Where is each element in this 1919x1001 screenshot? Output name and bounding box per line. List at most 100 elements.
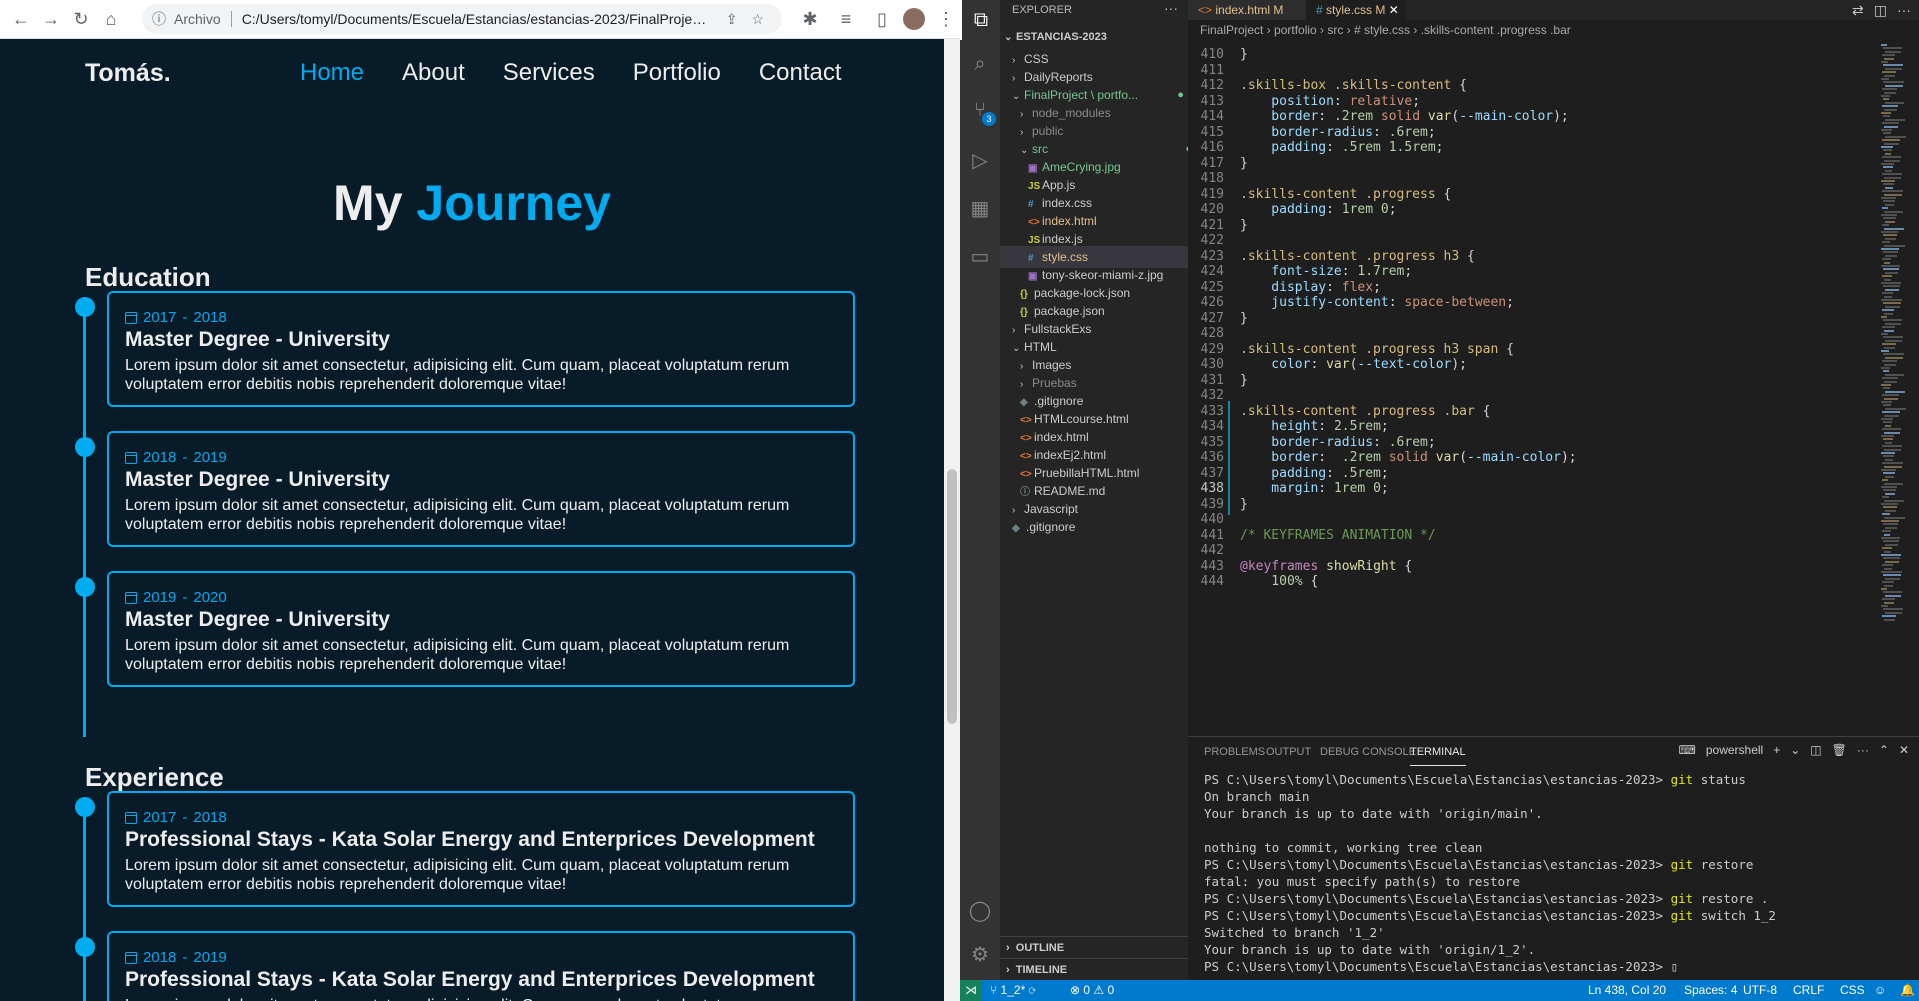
code-line: 440 [1188,512,1224,528]
maximize-panel-icon[interactable]: ⌃ [1879,743,1889,757]
terminal-output[interactable]: PS C:\Users\tomyl\Documents\Escuela\Esta… [1204,771,1904,975]
browser-toolbar: ← → ↻ ⌂ ⓘ Archivo C:/Users/tomyl/Documen… [0,0,960,39]
code-text: font-size: 1.7rem; [1240,264,1412,280]
profile-avatar[interactable] [903,8,925,30]
tree-item-label: CSS [1024,52,1049,66]
code-token: { [1302,574,1319,589]
manage-gear-icon[interactable]: ⚙ [960,934,1000,974]
bookmark-star-icon[interactable]: ☆ [751,11,764,28]
code-token: { [1396,558,1413,574]
run-debug-icon[interactable]: ▷ [960,140,1000,180]
problems-indicator[interactable]: ⊗ 0 ⚠ 0 [1070,980,1114,1001]
tree-item[interactable]: ◆ .gitignore [1000,516,1200,538]
remote-explorer-icon[interactable]: ▭ [960,236,1000,276]
chevron-down-icon[interactable]: ⌄ [1790,743,1800,757]
code-line: 427} [1188,311,1248,327]
workspace-root[interactable]: ⌄ ESTANCIAS-2023 [1000,26,1192,48]
page-scrollbar[interactable] [944,39,960,1001]
compare-changes-icon[interactable]: ⇄ [1852,0,1864,20]
split-editor-icon[interactable]: ◫ [1874,0,1887,20]
home-icon[interactable]: ⌂ [96,4,126,34]
line-number: 414 [1200,109,1224,124]
minimap-line [1884,482,1903,485]
education-title: Education [85,262,211,292]
terminal-shell-label[interactable]: powershell [1706,743,1763,757]
new-terminal-icon[interactable]: + [1773,743,1780,757]
split-terminal-icon[interactable]: ◫ [1810,743,1821,757]
url-text[interactable]: C:/Users/tomyl/Documents/Escuela/Estanci… [242,11,712,27]
minimap-line [1883,455,1894,458]
notifications-bell-icon[interactable]: 🔔 [1900,980,1915,1001]
tab-index-html[interactable]: <> index.html M [1188,0,1306,20]
nav-services[interactable]: Services [503,59,595,87]
code-token: ; [1388,202,1397,217]
page-title: My Journey [0,174,944,232]
breadcrumb[interactable]: FinalProject › portfolio › src › # style… [1188,20,1919,40]
nav-portfolio[interactable]: Portfolio [633,59,721,87]
more-actions-icon[interactable]: ··· [1857,743,1869,757]
site-logo[interactable]: Tomás. [85,59,171,88]
trash-icon[interactable]: 🗑 [1832,743,1847,757]
minimap-line [1885,271,1898,274]
tab-debug-console[interactable]: DEBUG CONSOLE [1320,737,1416,767]
indentation[interactable]: Spaces: 4 [1684,980,1737,1001]
nav-contact[interactable]: Contact [759,59,842,87]
forward-icon[interactable]: → [36,4,66,34]
outline-section[interactable]: › OUTLINE [1000,936,1188,958]
minimap-line [1883,319,1902,322]
tab-terminal[interactable]: TERMINAL [1410,737,1466,766]
extensions-icon[interactable]: ✱ [795,4,825,34]
minimap[interactable] [1881,40,1906,736]
address-bar[interactable]: ⓘ Archivo C:/Users/tomyl/Documents/Escue… [142,4,782,34]
close-panel-icon[interactable]: ✕ [1899,743,1909,757]
code-editor[interactable]: 410} 411 412 .skills-box .skills-content {4… [1188,40,1919,736]
accounts-icon[interactable]: ◯ [960,890,1000,930]
code-token: color [1240,357,1311,372]
line-ending[interactable]: CRLF [1793,980,1824,1001]
explorer-icon[interactable]: ⧉ [960,0,1000,40]
tree-item-label: HTMLcourse.html [1034,412,1129,426]
remote-icon[interactable]: ⋊ [960,980,982,1001]
minimap-line [1884,295,1892,298]
line-number: 416 [1200,140,1224,155]
code-line: 418 [1188,171,1224,187]
code-token: : [1318,481,1334,496]
cursor-position[interactable]: Ln 438, Col 20 [1588,980,1666,1001]
timeline-section[interactable]: › TIMELINE [1000,958,1188,980]
reload-icon[interactable]: ↻ [66,4,96,34]
more-actions-icon[interactable]: ··· [1897,0,1911,20]
search-icon[interactable]: ⌕ [960,44,1000,84]
terminal-text: nothing to commit, working tree clean [1204,840,1483,855]
code-token: ; [1380,419,1389,434]
feedback-icon[interactable]: ☺ [1874,980,1886,1001]
nav-home[interactable]: Home [300,59,364,87]
tab-style-css[interactable]: # style.css M ✕ [1306,0,1406,20]
scrollbar-thumb[interactable] [947,469,957,724]
menu-kebab-icon[interactable]: ⋮ [931,4,960,34]
reading-list-icon[interactable]: ≡ [831,4,861,34]
close-icon[interactable]: ✕ [1389,3,1399,17]
extensions-view-icon[interactable]: ▦ [960,188,1000,228]
tab-status: M [1273,3,1284,17]
tree-item-label: index.html [1042,214,1097,228]
code-line: 436 border: .2rem solid var(--main-color… [1188,450,1577,466]
site-header: Tomás. Home About Services Portfolio Con… [0,39,944,109]
code-line: 424 font-size: 1.7rem; [1188,264,1413,280]
line-number: 424 [1200,264,1224,279]
share-icon[interactable]: ⇪ [726,11,738,28]
language-mode[interactable]: CSS [1840,980,1865,1001]
workspace-root-label: ESTANCIAS-2023 [1016,31,1107,43]
tab-problems[interactable]: PROBLEMS [1204,737,1265,767]
tab-output[interactable]: OUTPUT [1266,737,1311,767]
source-control-icon[interactable]: ⑂ 3 [960,90,1000,130]
branch-indicator[interactable]: ⑂ 1_2* ⟳ [990,980,1036,1001]
minimap-line [1885,135,1906,138]
side-panel-icon[interactable]: ▯ [867,4,897,34]
line-number: 439 [1200,496,1224,512]
explorer-more-icon[interactable]: ··· [1164,0,1178,16]
site-info-icon[interactable]: ⓘ [148,8,170,30]
back-icon[interactable]: ← [6,4,36,34]
encoding[interactable]: UTF-8 [1743,980,1777,1001]
nav-about[interactable]: About [402,59,465,87]
minimap-line [1885,101,1904,104]
